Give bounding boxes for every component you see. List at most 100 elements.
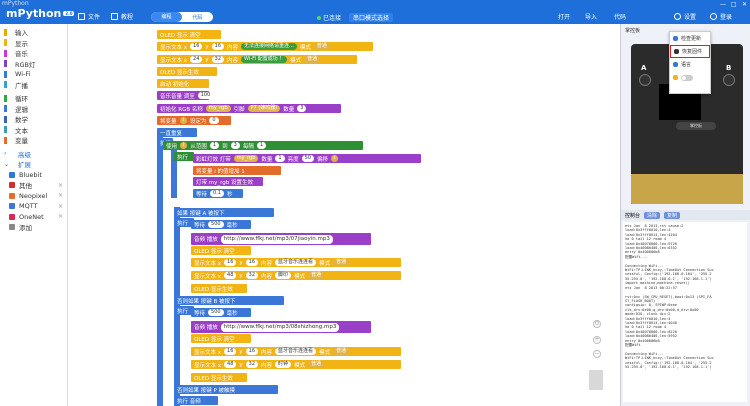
block-oled-show[interactable]: OLED 显示生效 <box>191 373 247 382</box>
mode-toggle[interactable]: 编程 代码 <box>151 12 213 22</box>
settings-button[interactable]: 设置 <box>674 12 696 21</box>
mode-block-option[interactable]: 编程 <box>151 12 182 22</box>
block-wait-ms[interactable]: 等待 500 毫秒 <box>191 308 251 317</box>
volume-input[interactable]: 100 <box>197 92 214 99</box>
y-input[interactable]: 32 <box>211 56 225 63</box>
extension-neopixel[interactable]: Neopixel × <box>0 191 67 202</box>
block-rainbow[interactable]: 彩虹灯效 灯带 my_rgb 数量 1 亮度 50 偏移 i <box>193 154 421 163</box>
block-audio-play[interactable]: 音频 播放 http://www.ffkj.net/mp3/07jiaoyin.m… <box>191 233 371 245</box>
block-audio-play[interactable]: 音频 播放 http://www.ffkj.net/mp3/08shizhong.… <box>191 321 371 333</box>
login-button[interactable]: 登录 <box>710 12 732 21</box>
x-input[interactable]: 24 <box>190 56 203 63</box>
category-broadcast[interactable]: 广播 <box>0 80 67 91</box>
category-variable[interactable]: 变量 <box>0 135 67 146</box>
block-oled-show[interactable]: OLED 显示生效 <box>191 284 247 293</box>
button-b[interactable] <box>723 74 735 86</box>
block-volume[interactable]: 音乐音量 调至 100 <box>157 91 214 100</box>
y-input[interactable]: 32 <box>245 361 259 368</box>
block-show-text[interactable]: 显示文本 x 16 y 16 内容 无法连接网络请重连... 模式 普通 <box>157 42 373 51</box>
zoom-reset-icon[interactable]: ⊙ <box>593 320 601 328</box>
block-rgb-show[interactable]: 灯带 my_rgb 设置生效 <box>193 177 263 186</box>
code-button[interactable]: 代码 <box>614 12 626 21</box>
y-input[interactable]: 16 <box>211 43 225 50</box>
block-elseif-p[interactable]: 否则如果 按键 P 被触摸 <box>174 385 278 394</box>
extension-add[interactable]: 添加 <box>0 222 67 233</box>
maximize-icon[interactable]: □ <box>731 1 737 8</box>
from-input[interactable]: 1 <box>209 142 220 149</box>
text-input[interactable]: Wi-Fi 配置成功 ！ <box>241 56 288 63</box>
mode-dropdown[interactable]: 普通 <box>333 259 350 266</box>
to-input[interactable]: 3 <box>230 142 240 149</box>
block-wait[interactable]: 等待 0.1 秒 <box>193 189 243 198</box>
step-input[interactable]: 1 <box>256 142 267 149</box>
block-oled-clear[interactable]: OLED 显示 清空 <box>157 30 221 39</box>
text-input[interactable]: 时钟 <box>275 361 292 368</box>
terminal-output[interactable]: ets Jan 8 2013,rst cause:2 load:0x3fff00… <box>623 222 747 402</box>
mode-code-option[interactable]: 代码 <box>182 14 213 21</box>
minimize-icon[interactable]: — <box>720 1 726 8</box>
variable-dropdown[interactable]: i <box>180 142 188 149</box>
remove-icon[interactable]: × <box>58 213 63 220</box>
zoom-out-icon[interactable]: − <box>593 350 601 358</box>
x-input[interactable]: 16 <box>224 348 237 355</box>
x-input[interactable]: 48 <box>224 272 237 279</box>
zoom-in-icon[interactable]: + <box>593 336 601 344</box>
block-wait-ms[interactable]: 等待 500 毫秒 <box>191 220 251 229</box>
block-oled-show[interactable]: OLED 显示生效 <box>157 67 217 76</box>
brightness-input[interactable]: 50 <box>301 155 314 162</box>
tutorial-button[interactable]: 教程 <box>111 12 133 21</box>
text-input[interactable]: 蓝牙音乐连连看 <box>275 259 317 266</box>
count-input[interactable]: 3 <box>297 105 307 112</box>
block-workspace[interactable]: OLED 显示 清空 显示文本 x 16 y 16 内容 无法连接网络请重连... 模式 普通… <box>68 24 620 406</box>
board-tab[interactable]: 掌控板 <box>625 27 640 34</box>
category-music[interactable]: 音乐 <box>0 48 67 59</box>
port-select[interactable]: 串口模式选择 <box>349 13 394 22</box>
offset-dropdown[interactable]: i <box>331 155 339 162</box>
block-oled-clear[interactable]: OLED 显示 清空 <box>191 246 251 255</box>
category-rgb[interactable]: RGB灯 <box>0 59 67 70</box>
category-input[interactable]: 输入 <box>0 27 67 38</box>
block-for-range[interactable]: 使用 i 从范围 1 到 3 每隔 1 <box>163 141 363 150</box>
menu-restore-firmware[interactable]: 恢复固件 <box>670 45 710 58</box>
variable-dropdown[interactable]: i <box>179 117 187 124</box>
category-text[interactable]: 文本 <box>0 125 67 136</box>
ms-input[interactable]: 500 <box>208 309 224 316</box>
mode-dropdown[interactable]: 普通 <box>333 348 350 355</box>
block-rgb-init[interactable]: 初始化 RGB 名称 my_rgb 引脚 P7 (蜂鸣器) 数量 3 <box>157 104 341 113</box>
clear-button[interactable]: 清除 <box>644 211 661 219</box>
url-input[interactable]: http://www.ffkj.net/mp3/07jiaoyin.mp3 <box>220 234 333 244</box>
mode-dropdown[interactable]: 普通 <box>308 272 325 279</box>
file-button[interactable]: 文件 <box>78 12 100 21</box>
category-wifi[interactable]: Wi-Fi <box>0 69 67 80</box>
block-show-text[interactable]: 显示文本 x 24 y 32 内容 Wi-Fi 配置成功 ！模式 普通 <box>157 55 357 64</box>
x-input[interactable]: 48 <box>224 361 237 368</box>
remove-icon[interactable]: × <box>58 182 63 189</box>
category-advanced[interactable]: › 高级 <box>0 149 67 160</box>
block-set-variable[interactable]: 将变量 i 设定为 0 <box>157 116 231 125</box>
x-input[interactable]: 16 <box>224 259 237 266</box>
block-show-text[interactable]: 显示文本 x 16 y 16 内容 蓝牙音乐连连看 模式 普通 <box>191 258 401 267</box>
import-button[interactable]: 导入 <box>585 12 597 21</box>
text-input[interactable]: 无法连接网络请重连... <box>241 43 297 50</box>
theme-toggle[interactable] <box>681 74 693 81</box>
remove-icon[interactable]: × <box>58 192 63 199</box>
mode-dropdown[interactable]: 普通 <box>304 56 321 63</box>
block-oled-clear[interactable]: OLED 显示 清空 <box>191 334 251 343</box>
menu-check-update[interactable]: 检查更新 <box>670 32 710 45</box>
block-show-text[interactable]: 显示文本 x 48 y 32 内容 脚印 模式 普通 <box>191 271 401 280</box>
seconds-input[interactable]: 0.1 <box>210 190 224 197</box>
button-a[interactable] <box>639 74 651 86</box>
open-button[interactable]: 打开 <box>558 12 570 21</box>
remove-icon[interactable]: × <box>58 203 63 210</box>
category-logic[interactable]: 逻辑 <box>0 104 67 115</box>
text-input[interactable]: 脚印 <box>275 272 292 279</box>
extension-mqtt[interactable]: MQTT × <box>0 201 67 212</box>
ms-input[interactable]: 500 <box>208 221 224 228</box>
y-input[interactable]: 16 <box>245 348 259 355</box>
block-elseif-b[interactable]: 否则如果 按键 B 被按下 <box>174 296 284 305</box>
menu-language[interactable]: 语言 <box>670 58 710 71</box>
block-do[interactable]: 执行 音频 <box>174 396 218 405</box>
name-dropdown[interactable]: my_rgb <box>205 105 231 112</box>
y-input[interactable]: 32 <box>245 272 259 279</box>
extension-other[interactable]: 其他 × <box>0 180 67 191</box>
